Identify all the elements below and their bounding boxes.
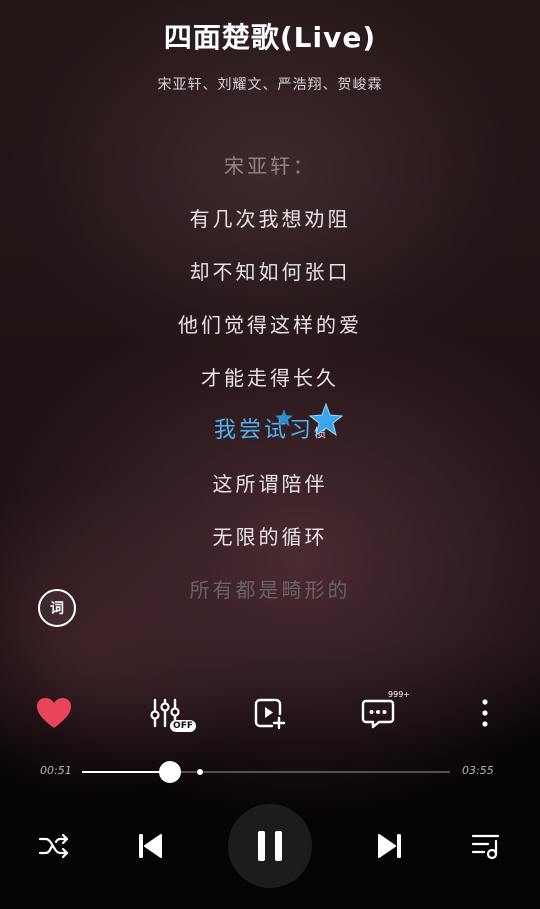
lyric-line[interactable]: 无限的循环 <box>0 517 540 570</box>
play-add-icon <box>254 698 286 730</box>
more-vertical-icon <box>482 699 488 727</box>
like-button[interactable] <box>34 690 74 736</box>
star-sparkle-small-icon <box>275 409 293 427</box>
more-options-button[interactable] <box>470 690 500 736</box>
buffer-marker <box>196 769 203 775</box>
pause-button[interactable] <box>228 804 312 888</box>
lyric-line[interactable]: 却不知如何张口 <box>0 252 540 305</box>
skip-next-icon <box>378 834 401 858</box>
comments-button[interactable]: 999+ <box>358 690 410 736</box>
progress-thumb[interactable] <box>159 761 182 783</box>
total-duration: 03:55 <box>462 764 494 777</box>
skip-previous-icon <box>139 834 162 858</box>
playlist-icon <box>471 834 500 860</box>
song-title: 四面楚歌(Live) <box>163 21 377 54</box>
lyric-line[interactable]: 宋亚轩： <box>0 146 540 199</box>
lyric-line[interactable]: 所有都是畸形的 <box>0 570 540 623</box>
lyric-line[interactable]: 这所谓陪伴 <box>0 464 540 517</box>
add-to-playlist-button[interactable] <box>250 690 290 736</box>
shuffle-button[interactable] <box>36 828 72 864</box>
previous-track-button[interactable] <box>130 826 170 866</box>
heart-icon <box>37 698 71 728</box>
song-header: 四面楚歌(Live) 宋亚轩、刘耀文、严浩翔、贺峻霖 <box>0 16 540 94</box>
action-bar: OFF 999+ <box>0 690 540 736</box>
comment-count-badge: 999+ <box>388 690 410 699</box>
lyrics-panel[interactable]: 宋亚轩： 有几次我想劝阻 却不知如何张口 他们觉得这样的爱 才能走得长久 我尝试… <box>0 146 540 623</box>
playlist-button[interactable] <box>468 828 504 864</box>
lyric-toggle-button[interactable]: 词 <box>38 589 76 627</box>
song-artists[interactable]: 宋亚轩、刘耀文、严浩翔、贺峻霖 <box>0 74 540 94</box>
lyric-line[interactable]: 才能走得长久 <box>0 358 540 411</box>
comment-icon <box>361 699 395 729</box>
transport-controls <box>0 802 540 888</box>
lyric-line[interactable]: 有几次我想劝阻 <box>0 199 540 252</box>
lyric-current-sung: 我尝试习 <box>213 418 314 443</box>
star-sparkle-icon <box>308 402 344 437</box>
lyric-toggle-label: 词 <box>50 601 64 617</box>
lyric-line[interactable]: 他们觉得这样的爱 <box>0 305 540 358</box>
progress-track[interactable] <box>82 761 450 783</box>
lyric-line-current[interactable]: 我尝试习惯 <box>0 411 540 464</box>
next-track-button[interactable] <box>370 826 410 866</box>
pause-icon <box>258 831 282 861</box>
sound-effects-button[interactable]: OFF <box>144 690 196 736</box>
shuffle-icon <box>38 833 69 859</box>
effects-off-badge: OFF <box>170 720 196 732</box>
elapsed-time: 00:51 <box>40 764 72 777</box>
progress-fill <box>82 771 171 773</box>
progress-area: 00:51 03:55 <box>0 760 540 784</box>
